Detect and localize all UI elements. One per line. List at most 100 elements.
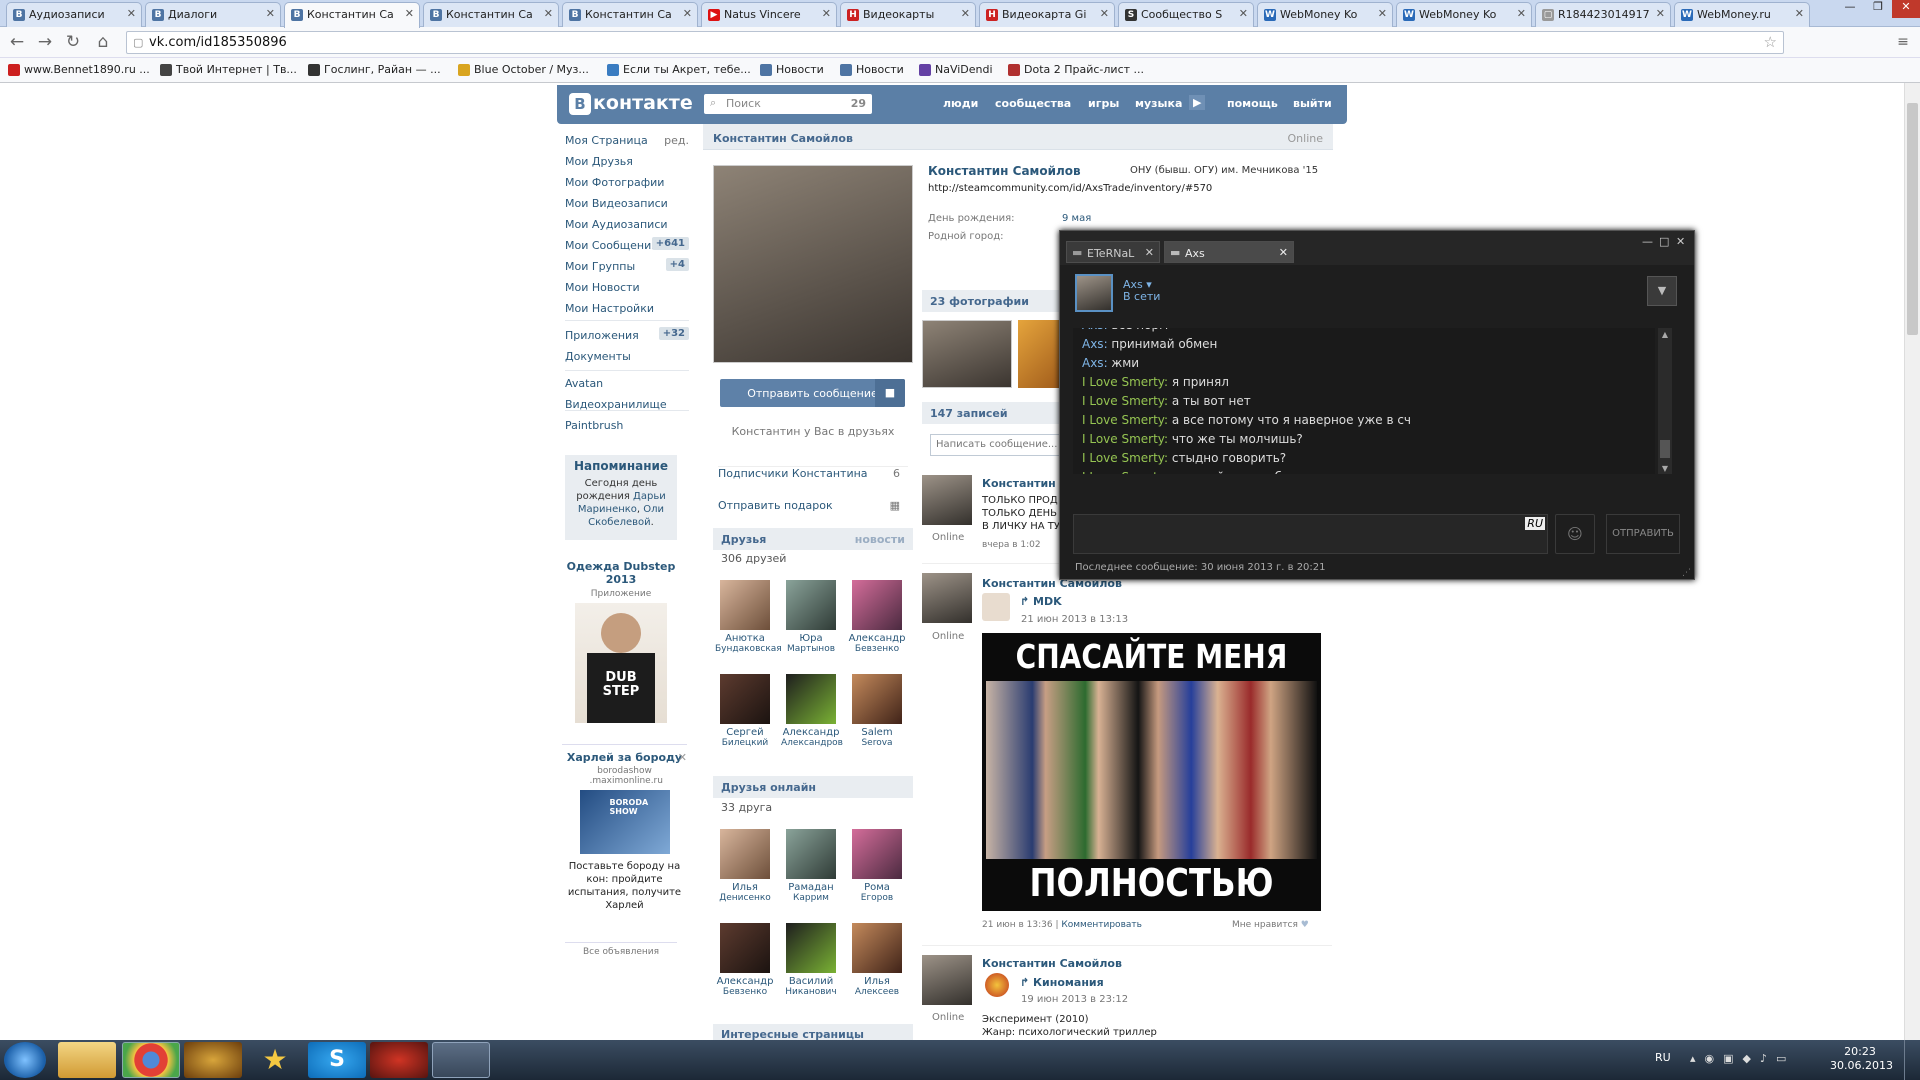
close-icon[interactable]: ✕ <box>1100 7 1109 20</box>
close-icon[interactable]: ✕ <box>127 7 136 20</box>
friend-avatar[interactable] <box>852 674 902 724</box>
taskbar-dota-icon[interactable] <box>370 1042 428 1078</box>
ad-image[interactable]: DUB STEP <box>575 603 667 723</box>
post-avatar[interactable] <box>922 573 972 623</box>
ad-image[interactable]: BORODA SHOW <box>579 790 670 854</box>
language-indicator[interactable]: RU <box>1655 1051 1671 1064</box>
star-icon[interactable]: ☆ <box>1764 33 1777 51</box>
close-icon[interactable]: ✕ <box>961 7 970 20</box>
browser-tab[interactable]: S Сообщество S ✕ <box>1118 2 1254 27</box>
left-menu-item[interactable]: Документы <box>565 350 689 363</box>
ad-harley[interactable]: Харлей за бороду ✕ borodashow .maximonli… <box>562 744 687 912</box>
minimize-window-button[interactable]: — <box>1836 0 1864 18</box>
repost-time[interactable]: 19 июн 2013 в 23:12 <box>1021 994 1128 1005</box>
close-icon[interactable]: ✕ <box>266 7 275 20</box>
send-message-button[interactable]: Отправить сообщение ■ <box>720 379 905 407</box>
friend-item[interactable]: Анютка Бундаковская <box>715 580 782 654</box>
friend-avatar[interactable] <box>720 923 770 973</box>
left-menu-item[interactable]: Paintbrush <box>565 419 689 432</box>
bookmark-item[interactable]: Твой Интернет | Тв... <box>160 63 297 76</box>
friends-news-link[interactable]: новости <box>855 533 905 546</box>
close-icon[interactable]: ✕ <box>1656 7 1665 20</box>
taskbar-hon-icon[interactable] <box>184 1042 242 1078</box>
left-menu-item[interactable]: Мои Аудиозаписи <box>565 218 689 231</box>
back-icon[interactable]: ← <box>6 32 28 52</box>
start-button[interactable] <box>4 1042 46 1078</box>
play-icon[interactable]: ▶ <box>1189 95 1206 110</box>
close-icon[interactable]: ✕ <box>1378 7 1387 20</box>
friend-item[interactable]: Юра Мартынов <box>781 580 841 654</box>
tray-icons[interactable]: ▴◉▣◆♪▭ <box>1690 1052 1795 1065</box>
browser-tab[interactable]: ▢ R184423014917 ✕ <box>1535 2 1671 27</box>
like-button[interactable]: Мне нравится ♥ <box>1232 920 1309 930</box>
friend-avatar[interactable] <box>786 674 836 724</box>
edit-link[interactable]: ред. <box>664 134 689 147</box>
left-menu-item[interactable]: Приложения +32 <box>565 327 689 342</box>
birthday-value[interactable]: 9 мая <box>1062 213 1091 224</box>
repost-avatar[interactable] <box>982 593 1010 621</box>
repost-source[interactable]: ↱ MDK <box>1020 595 1062 608</box>
friend-avatar[interactable] <box>786 923 836 973</box>
friend-avatar[interactable] <box>720 674 770 724</box>
profile-education[interactable]: ОНУ (бывш. ОГУ) им. Мечникова '15 <box>1130 165 1318 176</box>
bookmark-item[interactable]: Dota 2 Прайс-лист ... <box>1008 63 1144 76</box>
left-menu-item[interactable]: Avatan <box>565 377 689 390</box>
friend-item[interactable]: Александр Бевзенко <box>847 580 907 654</box>
bookmark-item[interactable]: Новости <box>760 63 824 76</box>
show-desktop-button[interactable] <box>1904 1040 1920 1080</box>
left-menu-item[interactable]: Моя Страница ред. <box>565 134 689 147</box>
browser-tab[interactable]: В Константин Са ✕ <box>562 2 698 27</box>
all-ads-link[interactable]: Все объявления <box>565 942 677 957</box>
scroll-down-icon[interactable]: ▼ <box>1660 464 1670 474</box>
taskbar-chrome-icon[interactable] <box>122 1042 180 1078</box>
video-call-icon[interactable]: ■ <box>875 379 905 407</box>
browser-tab[interactable]: H Видеокарты ✕ <box>840 2 976 27</box>
browser-tab[interactable]: В Константин Са ✕ <box>423 2 559 27</box>
photo-thumb-2[interactable] <box>1018 320 1064 388</box>
friend-item[interactable]: Александр Бевзенко <box>715 923 775 997</box>
close-icon[interactable]: ✕ <box>544 7 553 20</box>
repost-avatar[interactable] <box>985 973 1009 997</box>
search-input[interactable]: ⌕ Поиск 29 <box>704 94 872 114</box>
left-menu-item[interactable]: Мои Друзья <box>565 155 689 168</box>
friend-item[interactable]: Рамадан Каррим <box>781 829 841 903</box>
close-icon[interactable]: ✕ <box>1239 7 1248 20</box>
wall-post-input[interactable]: Написать сообщение... <box>930 434 1064 456</box>
chat-input[interactable]: RU <box>1073 514 1548 554</box>
page-scrollbar[interactable] <box>1904 83 1920 1040</box>
browser-tab[interactable]: В Аудиозаписи ✕ <box>6 2 142 27</box>
close-icon[interactable]: ✕ <box>1145 246 1154 259</box>
comment-link[interactable]: Комментировать <box>1061 920 1142 930</box>
header-link-games[interactable]: игры <box>1088 97 1119 110</box>
page-scrollbar-thumb[interactable] <box>1907 103 1918 335</box>
friend-avatar[interactable] <box>852 580 902 630</box>
friend-avatar[interactable] <box>786 580 836 630</box>
browser-tab[interactable]: В Диалоги ✕ <box>145 2 281 27</box>
repost-time[interactable]: 21 июн 2013 в 13:13 <box>1021 614 1128 625</box>
send-gift-row[interactable]: Отправить подарок ▦ <box>718 499 908 512</box>
chat-minimize-icon[interactable]: — <box>1642 235 1653 248</box>
wall-header[interactable]: 147 записей <box>922 402 1064 424</box>
bookmark-item[interactable]: Гослинг, Райан — ... <box>308 63 441 76</box>
chat-send-button[interactable]: ОТПРАВИТЬ <box>1606 514 1680 554</box>
friend-item[interactable]: Илья Алексеев <box>847 923 907 997</box>
close-icon[interactable]: ✕ <box>822 7 831 20</box>
ad-dubstep[interactable]: Одежда Dubstep 2013 Приложение DUB STEP <box>565 560 677 723</box>
browser-tab[interactable]: W WebMoney Ko ✕ <box>1396 2 1532 27</box>
bookmark-item[interactable]: Blue October / Муз... <box>458 63 589 76</box>
interesting-header[interactable]: Интересные страницы <box>713 1024 913 1041</box>
close-icon[interactable]: ✕ <box>683 7 692 20</box>
post-avatar[interactable] <box>922 475 972 525</box>
clock[interactable]: 20:23 30.06.2013 <box>1830 1045 1893 1073</box>
home-icon[interactable]: ⌂ <box>92 32 114 52</box>
profile-photo[interactable] <box>713 165 913 363</box>
taskbar-explorer-icon[interactable] <box>58 1042 116 1078</box>
close-icon[interactable]: ✕ <box>1517 7 1526 20</box>
chat-user-avatar[interactable] <box>1075 274 1113 312</box>
taskbar-skype-icon[interactable]: S <box>308 1042 366 1078</box>
friend-avatar[interactable] <box>720 829 770 879</box>
forward-icon[interactable]: → <box>34 32 56 52</box>
left-menu-item[interactable]: Мои Новости <box>565 281 689 294</box>
browser-tab[interactable]: W WebMoney Ko ✕ <box>1257 2 1393 27</box>
send-gift-link[interactable]: Отправить подарок <box>718 499 833 512</box>
